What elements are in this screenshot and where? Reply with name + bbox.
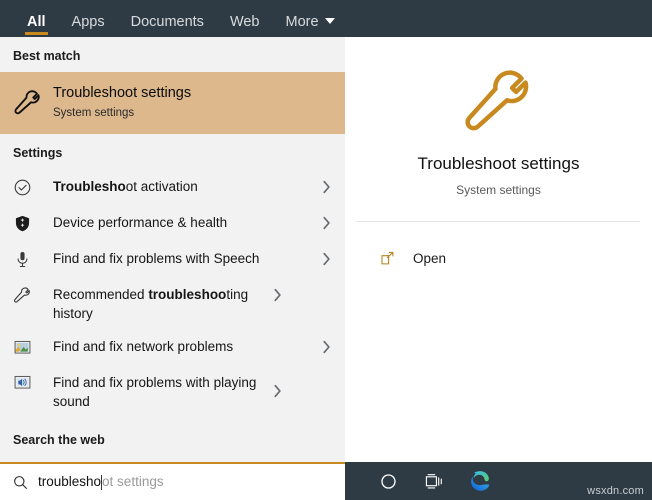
taskbar-tray: wsxdn.com bbox=[345, 462, 652, 500]
check-circle-icon bbox=[13, 178, 53, 197]
wrench-icon bbox=[13, 88, 53, 118]
settings-item-label: Recommended troubleshooting history bbox=[53, 285, 268, 323]
preview-title: Troubleshoot settings bbox=[417, 153, 580, 173]
chevron-right-icon[interactable] bbox=[268, 285, 286, 303]
preview-header: Troubleshoot settings System settings bbox=[345, 37, 652, 221]
chevron-right-icon[interactable] bbox=[317, 339, 335, 355]
settings-item-label-rest: Find and fix problems with Speech bbox=[53, 251, 260, 267]
preview-subtitle: System settings bbox=[456, 183, 541, 198]
best-match-section-header: Best match bbox=[13, 49, 81, 63]
settings-item-device-performance-health[interactable]: Device performance & health bbox=[0, 205, 345, 241]
settings-item-find-fix-speech[interactable]: Find and fix problems with Speech bbox=[0, 241, 345, 277]
preview-pane: Troubleshoot settings System settings Op… bbox=[345, 37, 652, 462]
search-web-section-header: Search the web bbox=[13, 433, 105, 447]
search-web-item-partial[interactable] bbox=[0, 456, 345, 462]
settings-section-header: Settings bbox=[13, 146, 63, 160]
settings-item-label: Troubleshoot activation bbox=[53, 177, 317, 196]
tab-apps-label: Apps bbox=[71, 13, 105, 30]
search-icon bbox=[13, 460, 53, 462]
search-icon bbox=[12, 474, 38, 491]
tab-documents[interactable]: Documents bbox=[118, 13, 217, 38]
settings-item-label-rest: Find and fix network problems bbox=[53, 339, 234, 355]
settings-item-label-rest: ot activation bbox=[125, 179, 198, 195]
settings-item-label-rest: Find and fix problems with playing sound bbox=[53, 375, 257, 410]
microphone-icon bbox=[13, 250, 53, 269]
search-filter-tabbar: All Apps Documents Web More bbox=[0, 0, 652, 37]
settings-item-find-fix-network-problems[interactable]: Find and fix network problems bbox=[0, 329, 345, 365]
settings-item-recommended-troubleshooting-history[interactable]: Recommended troubleshooting history bbox=[0, 277, 345, 329]
taskbar: troublesho ot settings wsxdn.com bbox=[0, 462, 652, 500]
best-match-text: Troubleshoot settings System settings bbox=[53, 84, 191, 122]
chevron-right-icon[interactable] bbox=[317, 215, 335, 231]
best-match-subtitle: System settings bbox=[53, 107, 135, 120]
shield-icon bbox=[13, 214, 53, 233]
best-match-title: Troubleshoot settings bbox=[53, 84, 192, 101]
chevron-down-icon bbox=[324, 17, 335, 24]
tab-all-label: All bbox=[27, 13, 46, 30]
search-typed-text: troublesho bbox=[38, 474, 102, 490]
task-view-icon[interactable] bbox=[411, 462, 457, 500]
tab-more[interactable]: More bbox=[273, 13, 348, 38]
preview-action-open[interactable]: Open bbox=[345, 236, 652, 280]
tab-more-label: More bbox=[285, 13, 319, 30]
tab-all[interactable]: All bbox=[14, 13, 59, 38]
open-external-icon bbox=[379, 250, 413, 267]
settings-item-label: Find and fix network problems bbox=[53, 337, 317, 356]
settings-item-label: Find and fix problems with playing sound bbox=[53, 373, 268, 411]
settings-item-label: Device performance & health bbox=[53, 213, 317, 232]
watermark-text: wsxdn.com bbox=[587, 485, 644, 497]
tab-web-label: Web bbox=[229, 13, 260, 30]
chevron-right-icon[interactable] bbox=[317, 251, 335, 267]
settings-item-find-fix-playing-sound[interactable]: Find and fix problems with playing sound bbox=[0, 365, 345, 417]
windows-search-panel: All Apps Documents Web More Best match T… bbox=[0, 0, 652, 500]
network-icon bbox=[13, 339, 53, 356]
tab-apps[interactable]: Apps bbox=[59, 13, 118, 38]
preview-action-label: Open bbox=[413, 250, 447, 266]
settings-item-label: Find and fix problems with Speech bbox=[53, 249, 317, 268]
wrench-icon-large bbox=[462, 65, 536, 144]
sound-icon bbox=[13, 373, 53, 391]
settings-item-troubleshoot-activation[interactable]: Troubleshoot activation bbox=[0, 169, 345, 205]
search-autocomplete-suggestion: ot settings bbox=[102, 474, 164, 490]
cortana-icon[interactable] bbox=[365, 462, 411, 500]
settings-item-label-match: troubleshoo bbox=[148, 287, 227, 302]
preview-divider bbox=[357, 221, 640, 222]
settings-item-label-prefix: Recommended bbox=[53, 287, 149, 302]
wrench-outline-icon bbox=[13, 285, 53, 305]
tab-documents-label: Documents bbox=[130, 13, 204, 30]
settings-item-label-match: Troublesho bbox=[53, 179, 126, 195]
chevron-right-icon[interactable] bbox=[317, 179, 335, 195]
search-input[interactable]: troublesho ot settings bbox=[38, 474, 164, 490]
chevron-right-icon[interactable] bbox=[268, 373, 286, 399]
taskbar-search-box[interactable]: troublesho ot settings bbox=[0, 462, 345, 500]
search-results-body: Best match Troubleshoot settings System … bbox=[0, 37, 652, 462]
settings-item-label-rest: Device performance & health bbox=[53, 215, 228, 231]
best-match-result-troubleshoot-settings[interactable]: Troubleshoot settings System settings bbox=[0, 72, 345, 134]
edge-browser-icon[interactable] bbox=[457, 462, 503, 500]
tab-web[interactable]: Web bbox=[217, 13, 273, 38]
results-list-pane: Best match Troubleshoot settings System … bbox=[0, 37, 345, 462]
